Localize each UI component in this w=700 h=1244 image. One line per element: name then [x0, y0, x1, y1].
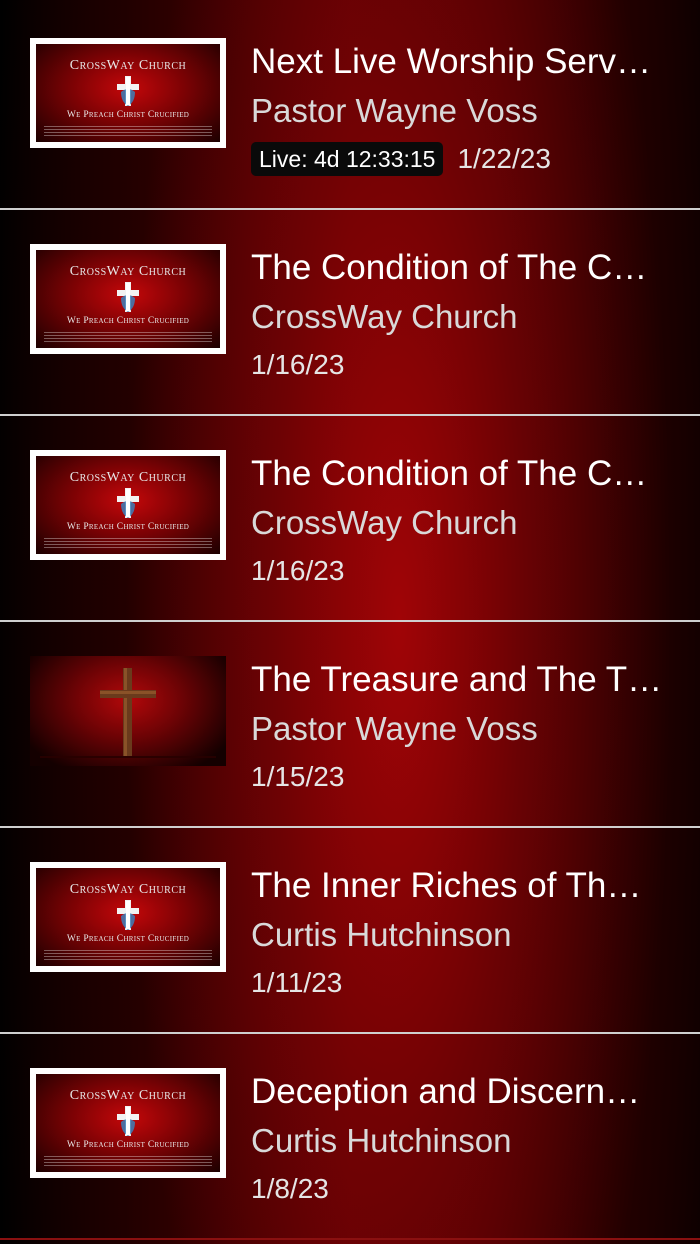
sermon-meta: 1/15/23 — [251, 759, 344, 795]
sermon-title[interactable]: The Condition of The C… — [251, 246, 681, 290]
sermon-meta: 1/8/23 — [251, 1171, 329, 1207]
sermon-title[interactable]: Deception and Discern… — [251, 1070, 681, 1114]
thumbnail-church-name: CrossWay Church — [69, 470, 187, 485]
thumbnail-fine-print — [44, 1156, 212, 1166]
sermon-meta: 1/16/23 — [251, 553, 344, 589]
cross-logo-icon — [117, 282, 139, 312]
thumbnail-fine-print — [44, 332, 212, 342]
thumbnail-tagline: We Preach Christ Crucified — [66, 110, 190, 120]
sermon-list-screen: CrossWay Church We Preach Christ Crucifi… — [0, 0, 700, 1244]
thumbnail-fine-print — [44, 538, 212, 548]
sermon-speaker: CrossWay Church — [251, 298, 518, 335]
sermon-speaker: CrossWay Church — [251, 504, 518, 541]
sermon-thumbnail: CrossWay Church We Preach Christ Crucifi… — [30, 244, 226, 354]
sermon-meta: 1/16/23 — [251, 347, 344, 383]
sermon-title[interactable]: The Inner Riches of Th… — [251, 864, 681, 908]
sermon-row[interactable]: CrossWay Church We Preach Christ Crucifi… — [0, 416, 700, 622]
thumbnail-tagline: We Preach Christ Crucified — [66, 1140, 190, 1150]
sermon-speaker: Pastor Wayne Voss — [251, 710, 538, 747]
sermon-title[interactable]: The Treasure and The T… — [251, 658, 681, 702]
sermon-thumbnail: CrossWay Church We Preach Christ Crucifi… — [30, 38, 226, 148]
sermon-list: CrossWay Church We Preach Christ Crucifi… — [0, 4, 700, 1240]
sermon-thumbnail — [30, 656, 226, 766]
sermon-thumbnail: CrossWay Church We Preach Christ Crucifi… — [30, 450, 226, 560]
thumbnail-tagline: We Preach Christ Crucified — [66, 522, 190, 532]
thumbnail-fine-print — [44, 950, 212, 960]
cross-logo-icon — [117, 900, 139, 930]
cross-floor-line — [40, 756, 216, 758]
thumbnail-church-name: CrossWay Church — [69, 1088, 187, 1103]
sermon-date: 1/11/23 — [251, 967, 343, 998]
sermon-date: 1/22/23 — [457, 143, 551, 174]
sermon-row[interactable]: The Treasure and The T… Pastor Wayne Vos… — [0, 622, 700, 828]
sermon-thumbnail: CrossWay Church We Preach Christ Crucifi… — [30, 862, 226, 972]
cross-logo-icon — [117, 488, 139, 518]
wooden-cross-icon — [100, 668, 156, 756]
sermon-title[interactable]: Next Live Worship Serv… — [251, 40, 681, 84]
sermon-row[interactable]: CrossWay Church We Preach Christ Crucifi… — [0, 210, 700, 416]
sermon-row[interactable]: CrossWay Church We Preach Christ Crucifi… — [0, 828, 700, 1034]
cross-logo-icon — [117, 1106, 139, 1136]
sermon-meta: 1/11/23 — [251, 965, 342, 1001]
sermon-meta: Live: 4d 12:33:15 1/22/23 — [251, 141, 551, 177]
thumbnail-fine-print — [44, 126, 212, 136]
sermon-title[interactable]: The Condition of The C… — [251, 452, 681, 496]
sermon-date: 1/16/23 — [251, 555, 345, 586]
sermon-row[interactable]: CrossWay Church We Preach Christ Crucifi… — [0, 4, 700, 210]
thumbnail-tagline: We Preach Christ Crucified — [66, 934, 190, 944]
sermon-date: 1/15/23 — [251, 761, 345, 792]
sermon-row[interactable]: CrossWay Church We Preach Christ Crucifi… — [0, 1034, 700, 1240]
sermon-speaker: Curtis Hutchinson — [251, 916, 512, 953]
sermon-speaker: Curtis Hutchinson — [251, 1122, 512, 1159]
thumbnail-church-name: CrossWay Church — [69, 58, 187, 73]
thumbnail-tagline: We Preach Christ Crucified — [66, 316, 190, 326]
live-countdown-badge: Live: 4d 12:33:15 — [251, 142, 444, 176]
sermon-date: 1/8/23 — [251, 1173, 329, 1204]
thumbnail-church-name: CrossWay Church — [69, 264, 187, 279]
sermon-thumbnail: CrossWay Church We Preach Christ Crucifi… — [30, 1068, 226, 1178]
thumbnail-church-name: CrossWay Church — [69, 882, 187, 897]
sermon-date: 1/16/23 — [251, 349, 345, 380]
sermon-speaker: Pastor Wayne Voss — [251, 92, 538, 129]
cross-logo-icon — [117, 76, 139, 106]
